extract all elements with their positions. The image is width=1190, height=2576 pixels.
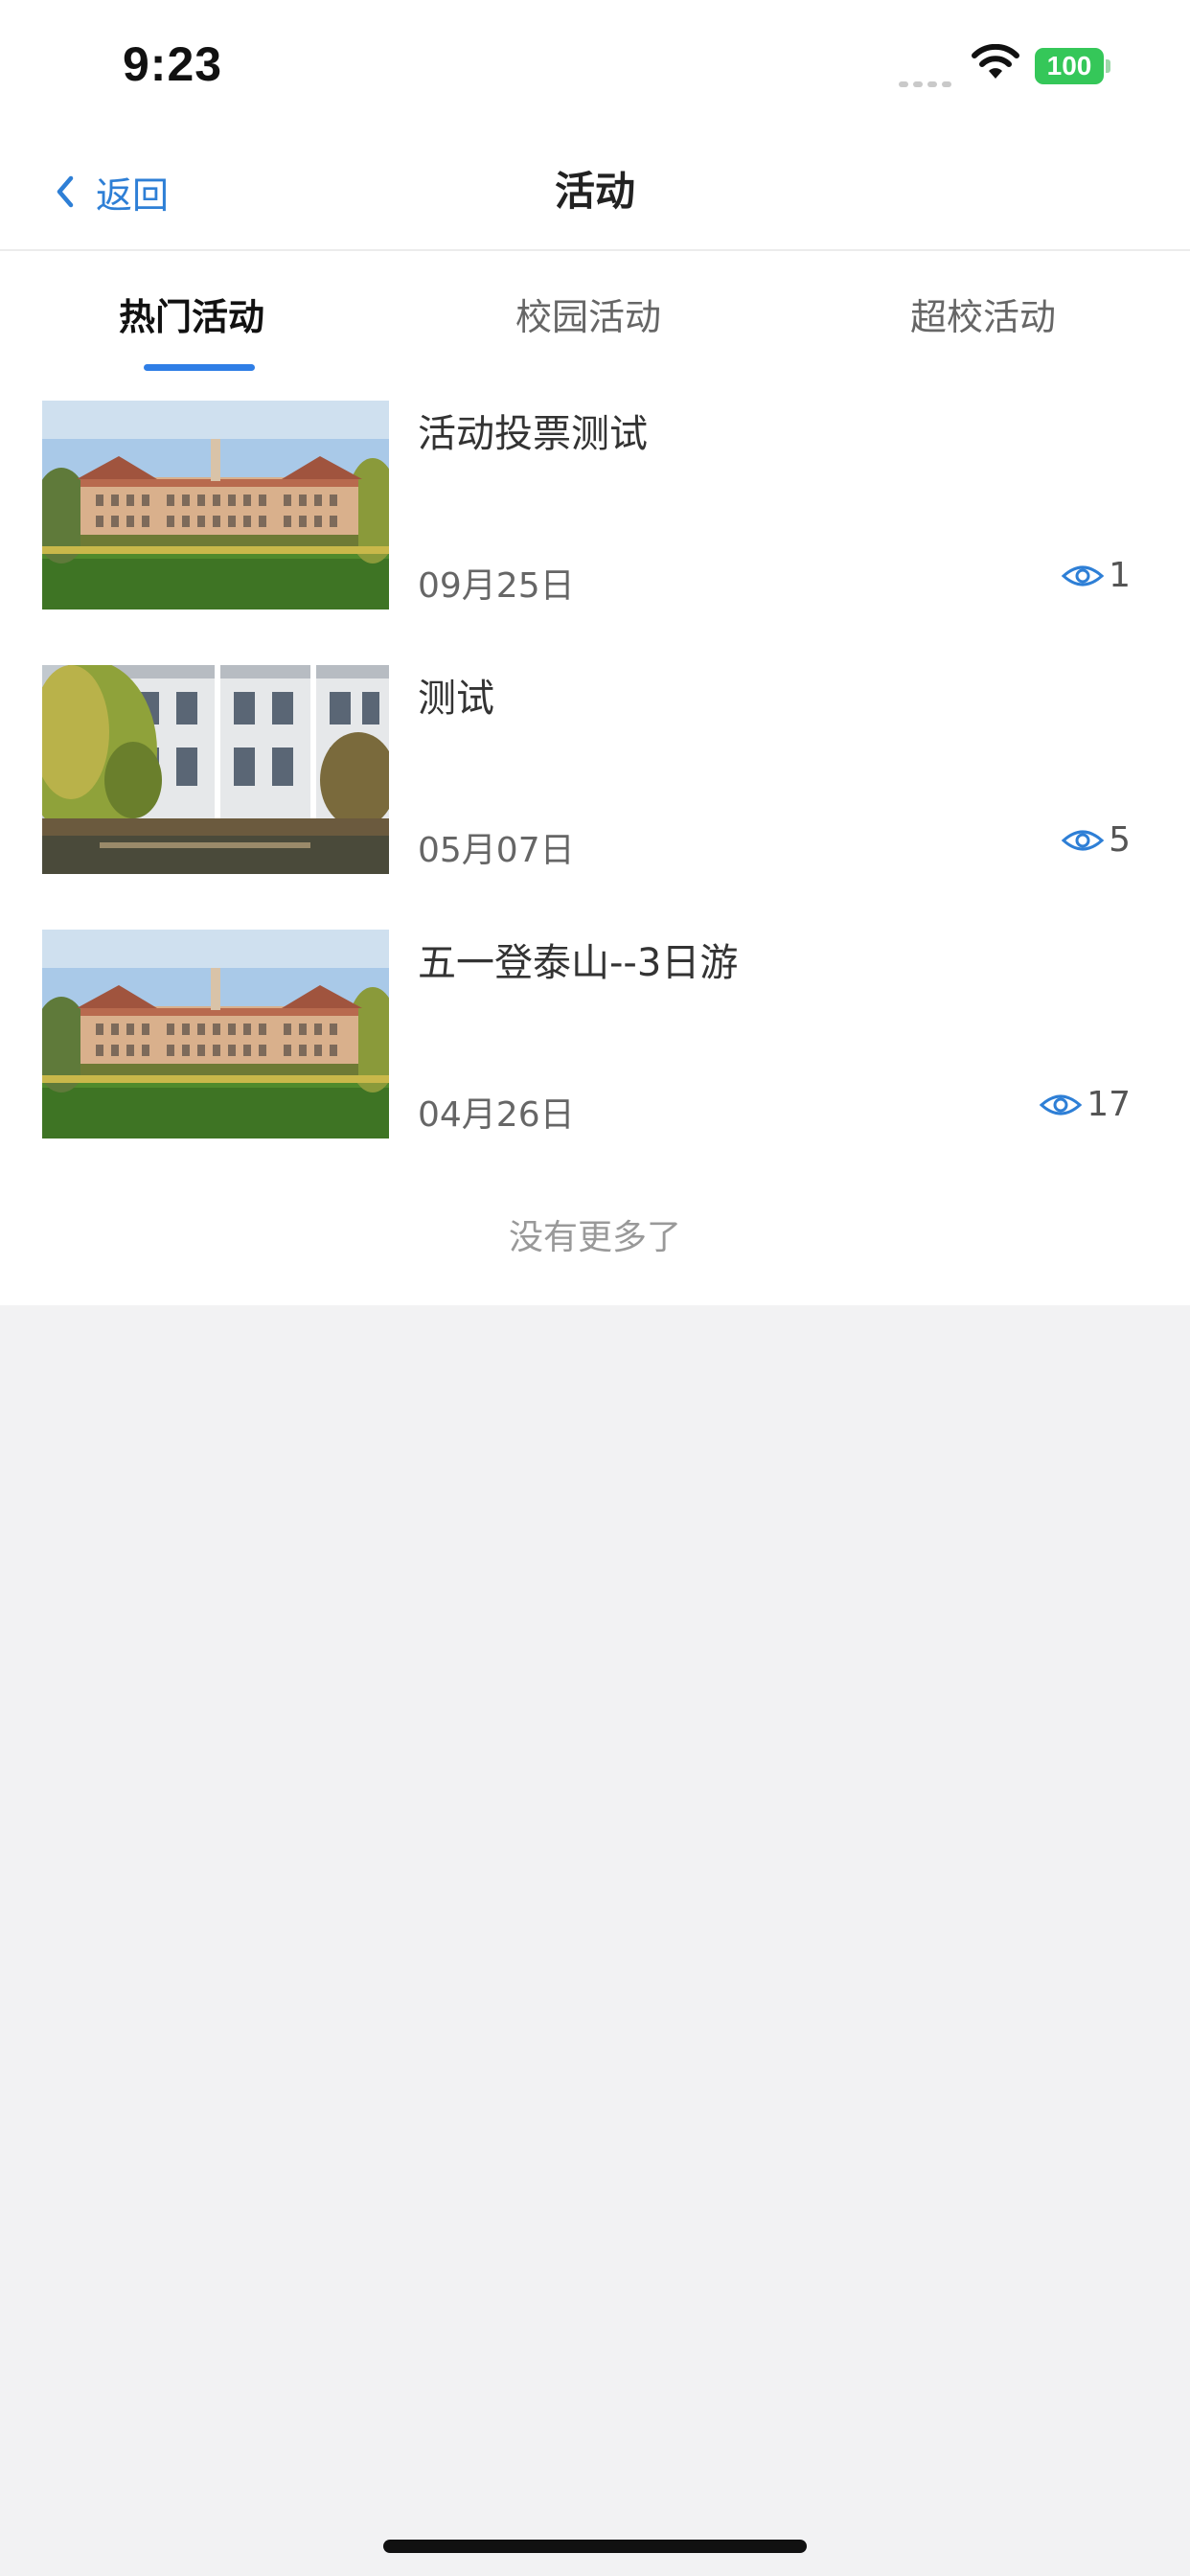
list-item[interactable]: 五一登泰山--3日游 04月26日 17 xyxy=(0,926,1190,1138)
page-title: 活动 xyxy=(554,168,635,215)
campus-building-image xyxy=(42,930,389,1138)
home-indicator[interactable] xyxy=(383,2540,807,2553)
status-time: 9:23 xyxy=(123,37,223,91)
view-count: 1 xyxy=(1061,556,1131,595)
signal-icon xyxy=(899,73,956,87)
battery-tip xyxy=(1106,59,1110,73)
view-count: 17 xyxy=(1039,1085,1131,1124)
wifi-icon xyxy=(970,43,1021,82)
view-count-value: 5 xyxy=(1109,820,1131,860)
view-count-value: 1 xyxy=(1109,556,1131,595)
activity-thumbnail xyxy=(42,665,389,874)
activity-thumbnail xyxy=(42,930,389,1138)
activity-date: 05月07日 xyxy=(418,831,575,870)
list-item[interactable]: 活动投票测试 09月25日 1 xyxy=(0,397,1190,610)
tab-campus-activities[interactable]: 校园活动 xyxy=(515,288,661,340)
list-item[interactable]: 测试 05月07日 5 xyxy=(0,661,1190,874)
battery-icon: 100 xyxy=(1035,48,1104,84)
view-count-value: 17 xyxy=(1087,1085,1131,1124)
activity-date: 09月25日 xyxy=(418,566,575,606)
activity-title: 测试 xyxy=(418,677,494,721)
tab-hot-activities[interactable]: 热门活动 xyxy=(119,288,264,340)
nav-bar: 返回 活动 xyxy=(0,134,1190,251)
eye-icon xyxy=(1039,1094,1083,1115)
activity-thumbnail xyxy=(42,401,389,610)
activity-title: 五一登泰山--3日游 xyxy=(418,941,739,985)
tab-active-indicator xyxy=(144,364,255,371)
no-more-text: 没有更多了 xyxy=(508,1218,681,1257)
tab-bar: 热门活动 校园活动 超校活动 xyxy=(0,251,1190,378)
status-bar: 9:23 100 xyxy=(0,0,1190,134)
view-count: 5 xyxy=(1061,820,1131,860)
lakeside-building-image xyxy=(42,665,389,874)
activity-title: 活动投票测试 xyxy=(418,412,648,456)
eye-icon xyxy=(1061,565,1105,586)
campus-building-image xyxy=(42,401,389,610)
tab-inter-school-activities[interactable]: 超校活动 xyxy=(910,288,1056,340)
activity-date: 04月26日 xyxy=(418,1095,575,1135)
eye-icon xyxy=(1061,830,1105,850)
